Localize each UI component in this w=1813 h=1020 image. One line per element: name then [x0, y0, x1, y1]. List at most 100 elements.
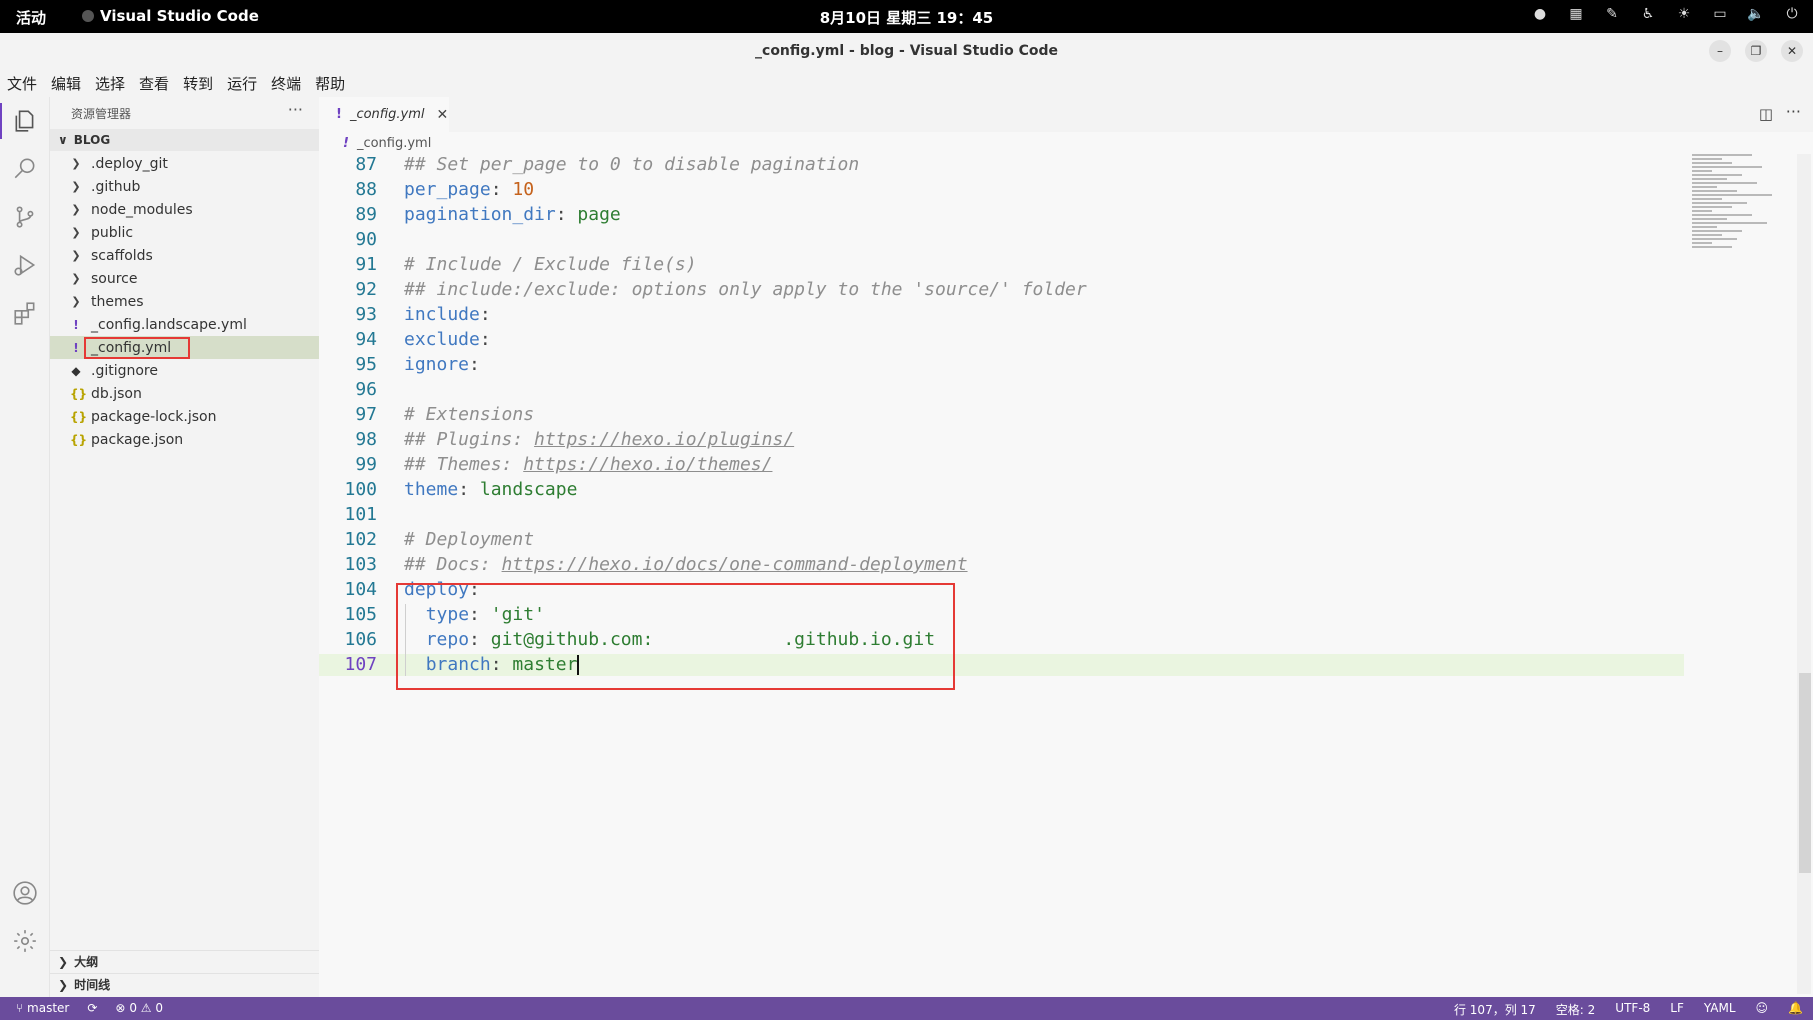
- indentation-status[interactable]: 空格: 2: [1556, 1001, 1596, 1018]
- volume-icon[interactable]: 🔈: [1747, 6, 1765, 22]
- language-mode-status[interactable]: YAML: [1704, 1001, 1736, 1018]
- vscode-app-icon: [82, 10, 94, 22]
- app-menu[interactable]: Visual Studio Code: [82, 7, 259, 25]
- power-icon[interactable]: ⏻: [1783, 6, 1801, 22]
- yaml-key: ignore: [404, 354, 470, 375]
- tree-file-package-json[interactable]: {} package.json: [50, 428, 319, 451]
- json-file-icon: {}: [70, 409, 88, 424]
- tree-folder-source[interactable]: ❯ source: [50, 267, 319, 290]
- tree-file-package-lock[interactable]: {} package-lock.json: [50, 405, 319, 428]
- workspace-section-header[interactable]: ∨ BLOG: [50, 129, 319, 151]
- keyboard-icon[interactable]: ▦: [1567, 6, 1585, 22]
- breadcrumb-file[interactable]: _config.yml: [357, 136, 431, 151]
- menu-edit[interactable]: 编辑: [51, 73, 81, 94]
- tree-folder-themes[interactable]: ❯ themes: [50, 290, 319, 313]
- tree-file-gitignore[interactable]: ◆ .gitignore: [50, 359, 319, 382]
- line-number: 92: [355, 279, 377, 300]
- line-number: 89: [355, 204, 377, 225]
- code-line: 90: [319, 229, 1684, 251]
- explorer-icon[interactable]: [0, 97, 50, 145]
- tree-folder-node-modules[interactable]: ❯ node_modules: [50, 198, 319, 221]
- close-icon[interactable]: ✕: [437, 107, 449, 123]
- split-editor-icon[interactable]: ◫: [1759, 105, 1773, 123]
- code-editor[interactable]: 87 ## Set per_page to 0 to disable pagina…: [319, 154, 1684, 994]
- menu-terminal[interactable]: 终端: [271, 73, 301, 94]
- line-number: 98: [355, 429, 377, 450]
- menu-bar: 文件 编辑 选择 查看 转到 运行 终端 帮助: [0, 69, 1813, 97]
- menu-view[interactable]: 查看: [139, 73, 169, 94]
- tab-label: _config.yml: [349, 107, 425, 122]
- brightness-icon[interactable]: ☀: [1675, 6, 1693, 22]
- problems-status[interactable]: ⊗ 0 ⚠ 0: [115, 1001, 163, 1015]
- code-link[interactable]: https://hexo.io/docs/one-command-deploym…: [502, 554, 968, 575]
- tree-file-db-json[interactable]: {} db.json: [50, 382, 319, 405]
- tree-folder-deploy-git[interactable]: ❯ .deploy_git: [50, 152, 319, 175]
- yaml-file-icon: !: [336, 107, 342, 122]
- line-number: 87: [355, 154, 377, 175]
- yaml-key: exclude: [404, 329, 480, 350]
- breadcrumb: ! _config.yml: [343, 132, 431, 154]
- network-icon[interactable]: ▭: [1711, 6, 1729, 22]
- code-line: 89 pagination_dir: page: [319, 204, 1684, 226]
- git-branch-status[interactable]: ⑂ master: [16, 1001, 69, 1015]
- encoding-status[interactable]: UTF-8: [1615, 1001, 1650, 1018]
- explorer-more-icon[interactable]: ···: [288, 100, 303, 119]
- notifications-bell-icon[interactable]: 🔔: [1788, 1001, 1803, 1018]
- chevron-right-icon: ❯: [71, 295, 81, 308]
- menu-file[interactable]: 文件: [7, 73, 37, 94]
- yaml-key: theme: [404, 479, 459, 500]
- source-control-icon[interactable]: [0, 193, 50, 241]
- code-link[interactable]: https://hexo.io/plugins/: [534, 429, 794, 450]
- run-debug-icon[interactable]: [0, 241, 50, 289]
- sync-icon[interactable]: ⟳: [87, 1001, 97, 1015]
- minimap[interactable]: [1692, 154, 1792, 354]
- manage-gear-icon[interactable]: [0, 917, 50, 965]
- tree-item-label: _config.yml: [83, 336, 191, 359]
- code-comment: ## Docs: https://hexo.io/docs/one-comman…: [404, 554, 968, 576]
- code-line: 94 exclude:: [319, 329, 1684, 351]
- git-file-icon: ◆: [71, 363, 81, 378]
- chevron-down-icon: ∨: [58, 133, 68, 147]
- feedback-icon[interactable]: ☺: [1756, 1001, 1769, 1018]
- tree-file-config-landscape[interactable]: ! _config.landscape.yml: [50, 313, 319, 336]
- chevron-right-icon: ❯: [71, 249, 81, 262]
- tree-folder-scaffolds[interactable]: ❯ scaffolds: [50, 244, 319, 267]
- tree-item-label: public: [91, 224, 134, 241]
- code-line: 98 ## Plugins: https://hexo.io/plugins/: [319, 429, 1684, 451]
- yaml-value: 10: [512, 179, 535, 200]
- account-icon[interactable]: [0, 869, 50, 917]
- menu-selection[interactable]: 选择: [95, 73, 125, 94]
- tree-folder-public[interactable]: ❯ public: [50, 221, 319, 244]
- line-number: 93: [355, 304, 377, 325]
- pen-icon[interactable]: ✎: [1603, 6, 1621, 22]
- record-icon[interactable]: ●: [1531, 6, 1549, 22]
- outline-section-header[interactable]: ❯ 大纲: [50, 950, 319, 972]
- menu-run[interactable]: 运行: [227, 73, 257, 94]
- tree-file-config-yml[interactable]: ! _config.yml: [50, 336, 319, 359]
- minimize-button[interactable]: –: [1709, 40, 1731, 62]
- close-window-button[interactable]: ✕: [1781, 40, 1803, 62]
- timeline-section-header[interactable]: ❯ 时间线: [50, 973, 319, 995]
- menu-go[interactable]: 转到: [183, 73, 213, 94]
- error-icon: ⊗: [115, 1001, 126, 1015]
- search-icon[interactable]: [0, 145, 50, 193]
- line-number: 91: [355, 254, 377, 275]
- tab-config-yml[interactable]: ! _config.yml ✕: [319, 97, 449, 132]
- yaml-value: landscape: [479, 479, 578, 500]
- window-title: _config.yml - blog - Visual Studio Code: [755, 43, 1058, 59]
- editor-more-icon[interactable]: ···: [1786, 102, 1801, 121]
- yaml-file-icon: !: [343, 135, 349, 151]
- accessibility-icon[interactable]: ♿: [1639, 6, 1657, 22]
- yaml-file-icon: !: [73, 340, 79, 355]
- menu-help[interactable]: 帮助: [315, 73, 345, 94]
- extensions-icon[interactable]: [0, 289, 50, 337]
- cursor-position-status[interactable]: 行 107，列 17: [1454, 1001, 1536, 1018]
- comment-prefix: ## Themes:: [404, 454, 524, 475]
- editor-scrollbar-thumb[interactable]: [1799, 673, 1811, 873]
- code-line: 91 # Include / Exclude file(s): [319, 254, 1684, 276]
- tree-folder-github[interactable]: ❯ .github: [50, 175, 319, 198]
- eol-status[interactable]: LF: [1670, 1001, 1684, 1018]
- code-link[interactable]: https://hexo.io/themes/: [523, 454, 772, 475]
- maximize-button[interactable]: ❐: [1745, 40, 1767, 62]
- activities-button[interactable]: 活动: [16, 7, 46, 28]
